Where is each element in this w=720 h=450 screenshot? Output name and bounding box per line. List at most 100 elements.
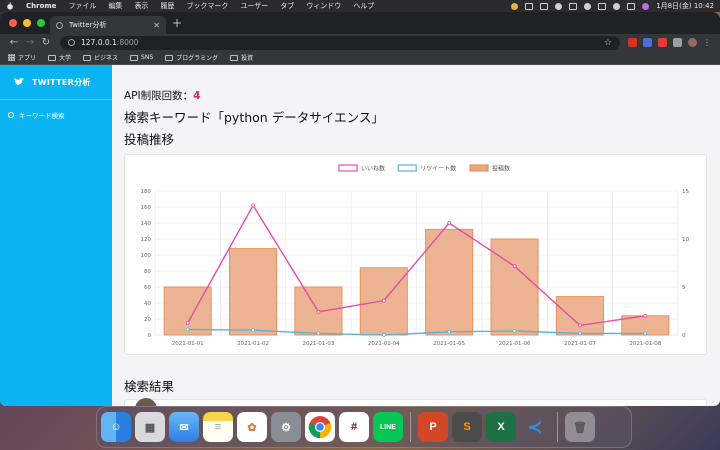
mail-icon[interactable]: ✉ — [169, 412, 199, 442]
clock[interactable]: 1月8日(金) 10:42 — [656, 1, 714, 11]
bookmark-apps[interactable]: アプリ — [8, 53, 36, 62]
brand[interactable]: TWITTER分析 — [0, 65, 112, 100]
back-arrow-icon[interactable]: ← — [6, 37, 22, 48]
reload-icon[interactable]: ↻ — [38, 37, 54, 48]
bookmark-label: 投資 — [241, 55, 254, 62]
y-left-tick-label: 60 — [144, 285, 151, 291]
page-content: TWITTER分析 キーワード検索 API制限回数：4 検索キーワード「pyth… — [0, 65, 720, 406]
data-point — [381, 333, 386, 337]
chrome-icon[interactable] — [305, 412, 335, 442]
bookmark-star-icon[interactable]: ☆ — [604, 38, 612, 48]
x-tick-label: 2021-01-06 — [499, 341, 531, 347]
vscode-icon[interactable]: ≺ — [520, 412, 550, 442]
new-tab-button[interactable]: + — [172, 16, 182, 30]
wifi-icon[interactable] — [584, 2, 592, 10]
menu-edit[interactable]: 編集 — [108, 1, 122, 11]
sublime-text-icon[interactable]: S — [452, 412, 482, 442]
bookmark-label: ビジネス — [94, 55, 119, 62]
forward-arrow-icon[interactable]: → — [22, 37, 38, 48]
folder-icon — [48, 54, 57, 61]
api-limit-count: 4 — [193, 90, 201, 102]
status-bird-icon[interactable] — [511, 2, 519, 10]
tab-twitter-analysis[interactable]: Twitter分析 ✕ — [50, 16, 166, 34]
slack-icon[interactable]: # — [339, 412, 369, 442]
y-left-tick-label: 120 — [141, 237, 152, 243]
chart-heading: 投稿推移 — [124, 132, 175, 147]
data-point — [251, 328, 255, 333]
status-keyboard-icon[interactable] — [540, 2, 549, 10]
bookmark-business[interactable]: ビジネス — [83, 53, 118, 62]
bookmark-investment[interactable]: 投資 — [230, 53, 253, 62]
status-user-icon[interactable] — [555, 2, 563, 10]
menu-help[interactable]: ヘルプ — [353, 1, 374, 11]
data-point — [381, 298, 386, 303]
address-bar[interactable]: 127.0.0.1:8000 ☆ — [60, 35, 620, 50]
extension-youtube-icon[interactable] — [658, 38, 667, 47]
menu-view[interactable]: 表示 — [134, 1, 148, 11]
trash-icon[interactable]: 🗑 — [565, 412, 595, 442]
sidebar-item-keyword-search[interactable]: キーワード検索 — [0, 110, 112, 120]
profile-avatar-icon[interactable] — [688, 38, 697, 47]
folder-icon — [230, 54, 239, 61]
extension-red-icon[interactable] — [628, 38, 637, 47]
info-icon[interactable] — [68, 39, 75, 46]
status-clipboard-icon[interactable] — [525, 2, 534, 10]
notes-icon[interactable]: ≡ — [203, 412, 233, 442]
photos-icon[interactable]: ✿ — [237, 412, 267, 442]
control-center-icon[interactable] — [627, 2, 636, 10]
menu-user[interactable]: ユーザー — [240, 1, 268, 11]
extension-blue-icon[interactable] — [643, 38, 652, 47]
extensions-puzzle-icon[interactable] — [673, 38, 682, 47]
menu-history[interactable]: 履歴 — [160, 1, 174, 11]
data-point — [185, 321, 190, 325]
y-right-tick-label: 15 — [682, 189, 689, 195]
line-icon[interactable]: LINE — [373, 412, 403, 442]
battery-icon[interactable] — [598, 2, 607, 10]
dock: ☺ ▦ ✉ ≡ ✿ ⚙ # LINE P S X ≺ 🗑 — [96, 406, 632, 448]
x-tick-label: 2021-01-05 — [433, 341, 465, 347]
launchpad-icon[interactable]: ▦ — [135, 412, 165, 442]
data-point — [578, 331, 582, 336]
menu-bookmarks[interactable]: ブックマーク — [186, 1, 228, 11]
bar — [555, 296, 604, 336]
bookmark-sns[interactable]: SNS — [130, 54, 153, 61]
menu-app-name[interactable]: Chrome — [26, 2, 56, 10]
maximize-window-button[interactable] — [37, 19, 45, 27]
menu-window[interactable]: ウィンドウ — [306, 1, 341, 11]
folder-icon — [165, 54, 174, 61]
apple-icon[interactable] — [6, 2, 14, 10]
more-menu-icon[interactable]: ⋮ — [703, 38, 712, 47]
keyword-heading: 検索キーワード「python データサイエンス」 — [124, 110, 384, 125]
excel-icon[interactable]: X — [486, 412, 516, 442]
data-point — [316, 331, 321, 336]
menu-file[interactable]: ファイル — [68, 1, 96, 11]
y-right-tick-label: 10 — [682, 237, 689, 243]
y-left-tick-label: 180 — [141, 189, 152, 195]
menu-tab[interactable]: タブ — [280, 1, 294, 11]
y-left-tick-label: 40 — [144, 301, 151, 307]
close-tab-icon[interactable]: ✕ — [153, 21, 160, 30]
apps-grid-icon — [8, 54, 15, 61]
globe-icon — [56, 21, 63, 29]
system-preferences-icon[interactable]: ⚙ — [271, 412, 301, 442]
status-mute-icon[interactable] — [569, 2, 578, 10]
browser-toolbar: ← → ↻ 127.0.0.1:8000 ☆ ⋮ — [0, 34, 720, 51]
chrome-logo-icon — [308, 416, 332, 439]
powerpoint-icon[interactable]: P — [418, 412, 448, 442]
finder-icon[interactable]: ☺ — [101, 412, 131, 442]
results-card — [124, 398, 707, 406]
window-controls — [9, 19, 45, 27]
siri-icon[interactable] — [642, 2, 650, 10]
bookmark-programming[interactable]: プログラミング — [165, 53, 218, 62]
search-spotlight-icon[interactable] — [613, 2, 621, 10]
extensions-area: ⋮ — [628, 38, 712, 47]
legend-swatch — [338, 164, 358, 172]
close-window-button[interactable] — [9, 19, 17, 27]
legend-label: 投稿数 — [492, 165, 510, 173]
api-limit: API制限回数：4 — [124, 88, 200, 103]
avatar[interactable] — [135, 398, 157, 406]
minimize-window-button[interactable] — [23, 19, 31, 27]
bookmark-university[interactable]: 大学 — [48, 53, 71, 62]
bookmark-label: プログラミング — [176, 55, 219, 62]
bar — [229, 248, 278, 336]
